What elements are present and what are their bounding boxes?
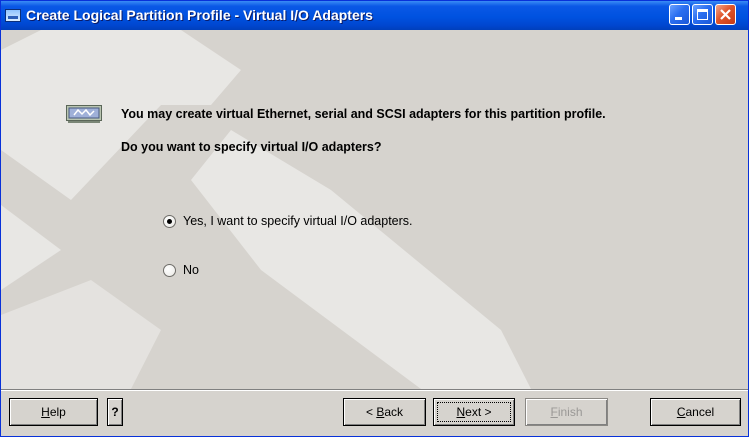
- radio-option-yes[interactable]: Yes, I want to specify virtual I/O adapt…: [163, 213, 413, 229]
- radio-label-no[interactable]: No: [183, 263, 199, 277]
- help-label-rest: elp: [49, 405, 66, 419]
- question-text: Do you want to specify virtual I/O adapt…: [121, 140, 382, 154]
- dialog-window: Create Logical Partition Profile - Virtu…: [0, 0, 749, 437]
- finish-label-rest: inish: [557, 405, 583, 419]
- minimize-icon: [675, 17, 682, 20]
- close-button[interactable]: [715, 4, 736, 25]
- finish-mnemonic: F: [550, 405, 558, 419]
- title-bar[interactable]: Create Logical Partition Profile - Virtu…: [1, 1, 748, 30]
- maximize-icon: [697, 9, 708, 20]
- back-prefix: <: [365, 405, 377, 419]
- watermark-graphic: [1, 30, 531, 389]
- window-title: Create Logical Partition Profile - Virtu…: [26, 7, 373, 23]
- maximize-button[interactable]: [692, 4, 713, 25]
- radio-selected-dot: [167, 218, 172, 224]
- window-app-icon: [5, 9, 21, 22]
- button-bar: Help ? < Back Next > Finish Cancel: [1, 391, 748, 436]
- cancel-label-rest: ancel: [685, 405, 715, 419]
- intro-text: You may create virtual Ethernet, serial …: [121, 107, 606, 121]
- dialog-content: You may create virtual Ethernet, serial …: [1, 30, 748, 389]
- back-mnemonic: B: [376, 405, 385, 419]
- radio-label-yes[interactable]: Yes, I want to specify virtual I/O adapt…: [183, 214, 413, 228]
- radio-option-no[interactable]: No: [163, 262, 199, 278]
- help-button[interactable]: Help: [9, 398, 98, 426]
- radio-button-yes[interactable]: [163, 214, 176, 228]
- back-button[interactable]: < Back: [343, 398, 426, 426]
- cancel-mnemonic: C: [676, 405, 686, 419]
- next-mnemonic: N: [456, 405, 466, 419]
- cancel-button[interactable]: Cancel: [650, 398, 741, 426]
- minimize-button[interactable]: [669, 4, 690, 25]
- help-mnemonic: H: [41, 405, 50, 419]
- next-button[interactable]: Next >: [433, 398, 515, 426]
- back-label-rest: ack: [384, 405, 404, 419]
- context-help-label: ?: [111, 405, 119, 419]
- close-icon: [720, 9, 731, 20]
- finish-button[interactable]: Finish: [525, 398, 608, 426]
- network-adapter-icon: [66, 105, 102, 123]
- radio-button-no[interactable]: [163, 263, 176, 277]
- next-label-rest: ext >: [465, 405, 492, 419]
- context-help-button[interactable]: ?: [107, 398, 123, 426]
